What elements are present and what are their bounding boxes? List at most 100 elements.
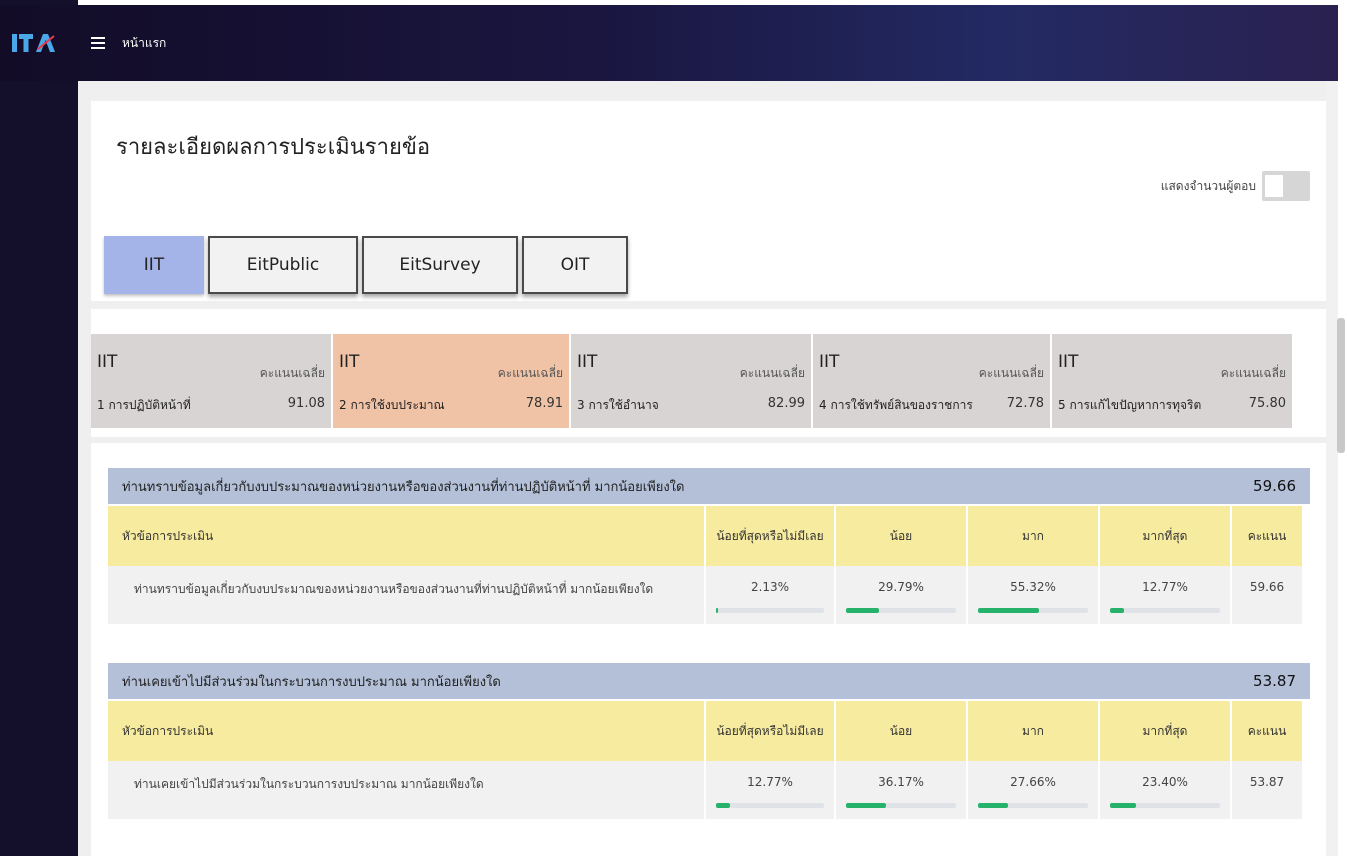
much-value: 55.32% [1010,580,1056,594]
row-score: 59.66 [1249,580,1285,594]
score-card-score: 72.78 [1006,396,1044,411]
score-card-4[interactable]: IIT คะแนนเฉลี่ย 4 การใช้ทรัพย์สินของราชก… [813,334,1050,428]
score-card-name: 2 การใช้งบประมาณ [339,398,445,412]
score-column: คะแนน 53.87 [1232,701,1302,819]
question-table: หัวข้อการประเมิน ท่านทราบข้อมูลเกี่ยวกับ… [108,506,1310,624]
th-most: มากที่สุด [1100,701,1230,761]
tab-eitpublic[interactable]: EitPublic [208,236,358,294]
th-much: มาก [968,506,1098,566]
divider [91,301,1326,309]
scrollbar-thumb[interactable] [1337,318,1345,453]
question-score: 59.66 [1253,477,1296,495]
score-card-1[interactable]: IIT คะแนนเฉลี่ย 1 การปฏิบัติหน้าที่ 91.0… [91,334,331,428]
progress-track [1110,803,1220,808]
score-card-2[interactable]: IIT คะแนนเฉลี่ย 2 การใช้งบประมาณ 78.91 [333,334,569,428]
th-least: น้อยที่สุดหรือไม่มีเลย [706,506,834,566]
question-table: หัวข้อการประเมิน ท่านเคยเข้าไปมีส่วนร่วม… [108,701,1310,819]
score-card-score: 82.99 [767,396,805,411]
th-most: มากที่สุด [1100,506,1230,566]
tab-eitsurvey[interactable]: EitSurvey [362,236,518,294]
respondent-toggle-group: แสดงจำนวนผู้ตอบ [1161,171,1310,201]
score-card-avg-label: คะแนนเฉลี่ย [259,366,325,380]
most-column: มากที่สุด 12.77% [1100,506,1232,624]
progress-fill [846,608,879,613]
left-sidebar-strip [0,0,78,856]
header-card: รายละเอียดผลการประเมินรายข้อ แสดงจำนวนผู… [91,101,1326,301]
tab-iit[interactable]: IIT [104,236,204,294]
score-card-5[interactable]: IIT คะแนนเฉลี่ย 5 การแก้ไขปัญหาการทุจริต… [1052,334,1292,428]
score-cell: 59.66 [1232,566,1302,624]
score-card-avg-label: คะแนนเฉลี่ย [739,366,805,380]
score-column: คะแนน 59.66 [1232,506,1302,624]
page-title: รายละเอียดผลการประเมินรายข้อ [116,135,431,160]
most-value: 12.77% [1142,580,1188,594]
score-card-title: IIT [97,352,118,372]
category-tabs: IIT EitPublic EitSurvey OIT [104,236,632,294]
row-score: 53.87 [1249,775,1285,789]
progress-fill [978,803,1009,808]
score-card-name: 3 การใช้อำนาจ [577,398,659,412]
score-card-name: 5 การแก้ไขปัญหาการทุจริต [1058,398,1202,412]
question-details: ท่านทราบข้อมูลเกี่ยวกับงบประมาณของหน่วยง… [91,443,1326,856]
hamburger-icon[interactable] [84,23,112,63]
th-score: คะแนน [1232,506,1302,566]
much-cell: 55.32% [968,566,1098,624]
much-value: 27.66% [1010,775,1056,789]
toggle-knob [1265,175,1283,197]
ita-logo[interactable] [0,5,70,81]
progress-fill [1110,803,1136,808]
least-value: 12.77% [747,775,793,789]
most-cell: 12.77% [1100,566,1230,624]
score-cell: 53.87 [1232,761,1302,819]
least-cell: 2.13% [706,566,834,624]
score-card-name: 4 การใช้ทรัพย์สินของราชการ [819,398,973,412]
little-cell: 29.79% [836,566,966,624]
top-navbar: หน้าแรก [0,5,1338,81]
home-link[interactable]: หน้าแรก [122,34,166,53]
question-header: ท่านเคยเข้าไปมีส่วนร่วมในกระบวนการงบประม… [108,663,1310,699]
score-card-score: 91.08 [287,396,325,411]
th-little: น้อย [836,506,966,566]
score-card-name: 1 การปฏิบัติหน้าที่ [97,398,191,412]
question-title: ท่านทราบข้อมูลเกี่ยวกับงบประมาณของหน่วยง… [122,479,685,495]
least-cell: 12.77% [706,761,834,819]
progress-track [846,608,956,613]
score-card-title: IIT [819,352,840,372]
progress-fill [716,608,719,613]
row-topic-cell: ท่านทราบข้อมูลเกี่ยวกับงบประมาณของหน่วยง… [108,566,704,624]
th-score: คะแนน [1232,701,1302,761]
progress-fill [978,608,1039,613]
ita-logo-icon [12,34,55,52]
progress-fill [1110,608,1125,613]
little-column: น้อย 29.79% [836,506,968,624]
show-respondents-toggle[interactable] [1262,171,1310,201]
score-card-title: IIT [339,352,360,372]
topic-column: หัวข้อการประเมิน ท่านทราบข้อมูลเกี่ยวกับ… [108,506,706,624]
score-card-score: 78.91 [525,396,563,411]
row-topic-cell: ท่านเคยเข้าไปมีส่วนร่วมในกระบวนการงบประม… [108,761,704,819]
tab-oit[interactable]: OIT [522,236,628,294]
score-card-3[interactable]: IIT คะแนนเฉลี่ย 3 การใช้อำนาจ 82.99 [571,334,811,428]
least-column: น้อยที่สุดหรือไม่มีเลย 12.77% [706,701,836,819]
th-topic: หัวข้อการประเมิน [108,701,704,761]
little-value: 36.17% [878,775,924,789]
score-card-avg-label: คะแนนเฉลี่ย [497,366,563,380]
progress-fill [846,803,886,808]
scrollbar-track[interactable] [1326,81,1338,856]
score-card-title: IIT [1058,352,1079,372]
much-cell: 27.66% [968,761,1098,819]
th-much: มาก [968,701,1098,761]
least-value: 2.13% [750,580,790,594]
row-text: ท่านทราบข้อมูลเกี่ยวกับงบประมาณของหน่วยง… [134,582,654,596]
topic-column: หัวข้อการประเมิน ท่านเคยเข้าไปมีส่วนร่วม… [108,701,706,819]
most-column: มากที่สุด 23.40% [1100,701,1232,819]
toggle-label: แสดงจำนวนผู้ตอบ [1160,178,1256,193]
main-content: รายละเอียดผลการประเมินรายข้อ แสดงจำนวนผู… [78,81,1326,856]
question-title: ท่านเคยเข้าไปมีส่วนร่วมในกระบวนการงบประม… [122,674,501,690]
progress-track [978,803,1088,808]
progress-track [1110,608,1220,613]
most-value: 23.40% [1142,775,1188,789]
th-least: น้อยที่สุดหรือไม่มีเลย [706,701,834,761]
progress-track [716,803,824,808]
progress-track [846,803,956,808]
